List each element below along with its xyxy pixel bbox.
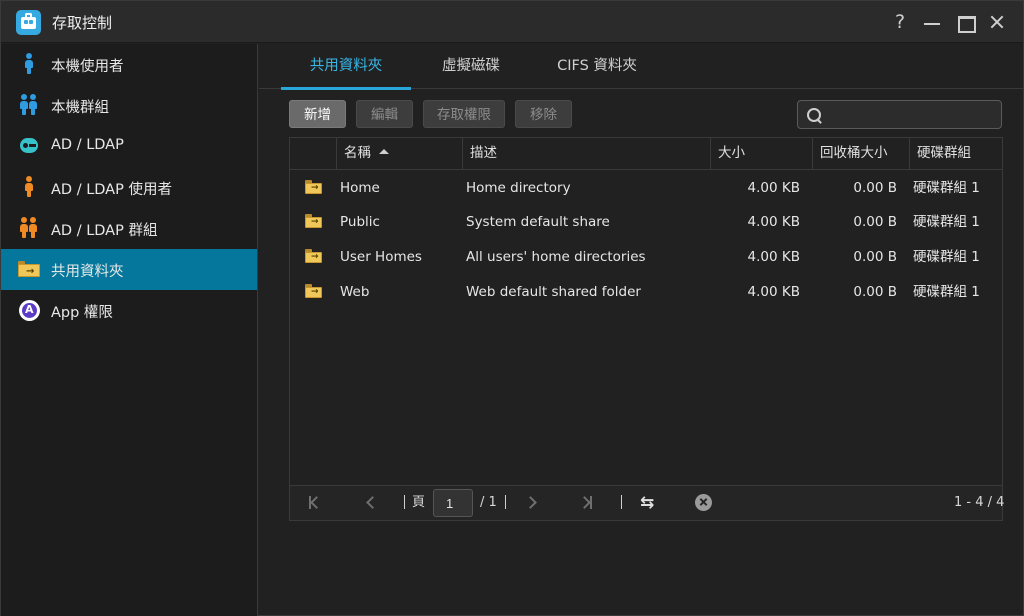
user-icon bbox=[18, 53, 40, 75]
sidebar-item-ad-ldap-groups[interactable]: AD / LDAP 群組 bbox=[1, 208, 257, 249]
refresh-icon[interactable]: ⇆ bbox=[640, 494, 658, 512]
table-row[interactable]: → Web Web default shared folder 4.00 KB … bbox=[290, 275, 1002, 309]
tab-shared-folders[interactable]: 共用資料夾 bbox=[281, 44, 411, 90]
help-button[interactable]: ? bbox=[887, 9, 913, 35]
maximize-button[interactable] bbox=[952, 9, 978, 35]
folder-icon: → bbox=[305, 284, 322, 298]
tab-virtual-disks[interactable]: 虛擬磁碟 bbox=[421, 44, 521, 89]
record-range: 1 - 4 / 4 bbox=[954, 495, 1005, 510]
cell-name: User Homes bbox=[340, 249, 422, 265]
column-header-name[interactable]: 名稱 bbox=[336, 138, 462, 169]
cell-description: System default share bbox=[466, 214, 610, 230]
column-header-size[interactable]: 大小 bbox=[710, 138, 812, 169]
sidebar-item-label: AD / LDAP 使用者 bbox=[51, 182, 172, 198]
sidebar: 本機使用者 本機群組 AD / LDAP AD / LDAP 使用者 AD / … bbox=[1, 44, 258, 616]
group-icon bbox=[18, 94, 40, 116]
cell-description: All users' home directories bbox=[466, 249, 646, 265]
folder-icon: → bbox=[305, 249, 322, 263]
minimize-button[interactable] bbox=[919, 9, 945, 35]
cell-description: Home directory bbox=[466, 180, 571, 196]
cell-recycle-size: 0.00 B bbox=[853, 249, 897, 265]
sidebar-item-label: 本機使用者 bbox=[51, 59, 124, 75]
user-icon bbox=[18, 176, 40, 198]
table-row[interactable]: → Home Home directory 4.00 KB 0.00 B 硬碟群… bbox=[290, 171, 1002, 205]
cell-size: 4.00 KB bbox=[747, 249, 800, 265]
remove-button[interactable]: 移除 bbox=[515, 100, 572, 128]
cell-recycle-size: 0.00 B bbox=[853, 180, 897, 196]
cell-disk-group: 硬碟群組 1 bbox=[913, 180, 980, 196]
cell-name: Home bbox=[340, 180, 380, 196]
divider bbox=[621, 495, 622, 509]
sidebar-item-app-permissions[interactable]: App 權限 bbox=[1, 290, 257, 331]
group-icon bbox=[18, 217, 40, 239]
cell-disk-group: 硬碟群組 1 bbox=[913, 249, 980, 265]
add-button[interactable]: 新增 bbox=[289, 100, 346, 128]
sidebar-item-ad-ldap-users[interactable]: AD / LDAP 使用者 bbox=[1, 167, 257, 208]
sidebar-item-shared-folders[interactable]: → 共用資料夾 bbox=[1, 249, 257, 290]
window-title: 存取控制 bbox=[52, 14, 113, 32]
app-permission-icon bbox=[18, 299, 40, 321]
table-row[interactable]: → User Homes All users' home directories… bbox=[290, 240, 1002, 274]
edit-button[interactable]: 編輯 bbox=[356, 100, 413, 128]
icon-column-header bbox=[290, 138, 336, 169]
clear-filter-icon[interactable] bbox=[695, 494, 712, 511]
sidebar-item-local-users[interactable]: 本機使用者 bbox=[1, 44, 257, 85]
pagination-bar: 頁 / 1 ⇆ 1 - 4 / 4 bbox=[290, 485, 1005, 520]
table-row[interactable]: → Public System default share 4.00 KB 0.… bbox=[290, 205, 1002, 239]
search-icon bbox=[806, 107, 823, 124]
last-page-icon[interactable] bbox=[578, 495, 594, 511]
divider bbox=[505, 495, 506, 509]
next-page-icon[interactable] bbox=[524, 495, 540, 511]
access-control-app-icon bbox=[16, 10, 41, 35]
access-permission-button[interactable]: 存取權限 bbox=[423, 100, 505, 128]
cell-recycle-size: 0.00 B bbox=[853, 284, 897, 300]
table-header: 名稱 描述 大小 回收桶大小 硬碟群組 bbox=[290, 138, 1002, 170]
previous-page-icon[interactable] bbox=[363, 495, 379, 511]
column-header-label: 名稱 bbox=[344, 145, 371, 161]
tab-bar: 共用資料夾 虛擬磁碟 CIFS 資料夾 bbox=[259, 44, 1023, 90]
sidebar-item-label: 本機群組 bbox=[51, 100, 109, 116]
cell-size: 4.00 KB bbox=[747, 214, 800, 230]
key-icon bbox=[18, 135, 40, 157]
page-number-input[interactable] bbox=[433, 489, 473, 517]
total-pages: / 1 bbox=[480, 495, 497, 510]
cell-name: Web bbox=[340, 284, 370, 300]
search-input[interactable] bbox=[828, 105, 996, 125]
page-label: 頁 bbox=[412, 495, 426, 510]
cell-disk-group: 硬碟群組 1 bbox=[913, 214, 980, 230]
shared-folder-table: 名稱 描述 大小 回收桶大小 硬碟群組 → Home Home director… bbox=[289, 137, 1005, 521]
shared-folder-icon: → bbox=[18, 258, 40, 280]
title-bar: 存取控制 ? bbox=[1, 1, 1023, 43]
access-control-window: 存取控制 ? 本機使用者 本機群組 AD / LDAP AD / LDAP 使用… bbox=[0, 0, 1024, 616]
cell-size: 4.00 KB bbox=[747, 180, 800, 196]
sidebar-item-label: AD / LDAP 群組 bbox=[51, 223, 158, 239]
cell-name: Public bbox=[340, 214, 380, 230]
cell-description: Web default shared folder bbox=[466, 284, 641, 300]
close-button[interactable] bbox=[984, 9, 1010, 35]
sidebar-item-label: App 權限 bbox=[51, 305, 113, 321]
sidebar-item-local-groups[interactable]: 本機群組 bbox=[1, 85, 257, 126]
search-box[interactable] bbox=[797, 100, 1002, 129]
tab-cifs-folders[interactable]: CIFS 資料夾 bbox=[537, 44, 657, 89]
first-page-icon[interactable] bbox=[307, 495, 323, 511]
sidebar-item-ad-ldap[interactable]: AD / LDAP bbox=[1, 126, 257, 167]
cell-disk-group: 硬碟群組 1 bbox=[913, 284, 980, 300]
folder-icon: → bbox=[305, 214, 322, 228]
column-header-recycle-size[interactable]: 回收桶大小 bbox=[812, 138, 909, 169]
column-header-disk-group[interactable]: 硬碟群組 bbox=[909, 138, 1002, 169]
cell-size: 4.00 KB bbox=[747, 284, 800, 300]
divider bbox=[404, 495, 405, 509]
cell-recycle-size: 0.00 B bbox=[853, 214, 897, 230]
sort-ascending-icon bbox=[379, 148, 389, 154]
sidebar-item-label: 共用資料夾 bbox=[51, 264, 124, 280]
sidebar-item-label: AD / LDAP bbox=[51, 137, 124, 153]
folder-icon: → bbox=[305, 180, 322, 194]
column-header-description[interactable]: 描述 bbox=[462, 138, 710, 169]
